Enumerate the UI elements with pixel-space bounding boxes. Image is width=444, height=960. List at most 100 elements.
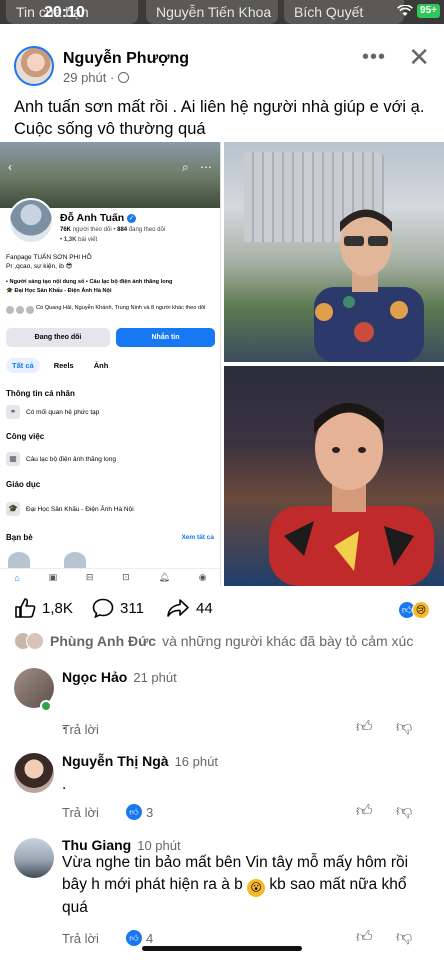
thumbs-up-outline-icon[interactable]: 👍︎	[356, 718, 373, 737]
share-action[interactable]: 44	[166, 598, 213, 618]
comment-time: 16 phút	[174, 754, 218, 769]
profile-name-text: Đỗ Anh Tuấn	[60, 212, 125, 224]
reply-link[interactable]: Trả lời	[62, 722, 99, 737]
bell-icon: 🔔︎	[158, 572, 170, 582]
person-figure	[314, 209, 424, 362]
reactors-line[interactable]: Phùng Anh Đức và những người khác đã bày…	[14, 632, 413, 650]
relationship-text: Có mối quan hệ phức tạp	[26, 408, 100, 416]
comment-like-number: 4	[146, 930, 154, 946]
comment-action[interactable]: 311	[92, 598, 144, 618]
profile-stats: 76K người theo dõi • 884 đang theo dõi	[60, 227, 165, 233]
mutual-avatar	[16, 306, 24, 314]
commenter-avatar[interactable]	[14, 753, 54, 793]
photo-man-night[interactable]	[224, 366, 444, 586]
home-icon: ⌂	[14, 572, 20, 583]
comment-author[interactable]: Ngọc Hảo 21 phút	[62, 669, 177, 685]
like-action[interactable]: 1,8K	[14, 598, 73, 618]
reactor-avatar	[26, 632, 44, 650]
mutual-followers: Có Quang Hải, Nguyễn Khánh, Trung Ninh v…	[6, 304, 218, 314]
comment-author[interactable]: Thu Giang 10 phút	[62, 837, 181, 853]
education-row: 🎓 Đại Học Sân Khấu - Điện Ảnh Hà Nội	[6, 502, 134, 516]
post-text: Anh tuấn sơn mất rồi . Ai liên hệ người …	[14, 98, 425, 138]
profile-avatar	[8, 198, 54, 244]
reply-link[interactable]: Trả lời	[62, 805, 99, 820]
post-meta: 29 phút ·	[63, 70, 130, 85]
posts-count: 1,3K	[63, 237, 77, 243]
section-work: Công việc	[6, 432, 45, 441]
video-icon: ▣	[48, 572, 58, 582]
back-chevron-icon: ‹	[8, 160, 12, 174]
like-badge-icon: 👍︎	[126, 804, 142, 820]
share-arrow-icon	[167, 599, 189, 617]
posts-label: bài viết	[78, 237, 98, 243]
thumbs-up-outline-icon[interactable]: 👍︎	[356, 928, 373, 947]
home-indicator[interactable]	[142, 946, 302, 951]
search-icon: ⌕	[182, 160, 189, 174]
comment-author[interactable]: Nguyễn Thị Ngà 16 phút	[62, 753, 218, 769]
mutual-avatar	[26, 306, 34, 314]
message-button-label: Nhắn tin	[151, 334, 180, 341]
thumbs-down-outline-icon[interactable]: 👎︎	[396, 802, 412, 821]
relationship-icon: ⚭	[6, 405, 20, 419]
message-button: Nhắn tin	[116, 328, 215, 347]
thumbs-up-icon	[15, 598, 36, 618]
see-all-link: Xem tất cả	[181, 534, 214, 541]
sad-reaction-icon: 😢︎	[412, 601, 430, 619]
profile-name: Đỗ Anh Tuấn ✓	[60, 212, 137, 224]
graduation-cap-icon: 🎓	[6, 502, 20, 516]
gaming-icon: ⊡	[122, 572, 130, 582]
followers-count: 76K	[60, 227, 72, 233]
profile-bio: Fanpage TUẤN SƠN PHI HỒ Pr ,qcao, sự kiệ…	[6, 253, 216, 271]
profile-posts-stat: • 1,3K bài viết	[60, 237, 98, 243]
share-count: 44	[196, 599, 213, 617]
story-chip-2[interactable]: Bích Quyết	[284, 0, 404, 24]
author-avatar[interactable]	[14, 46, 54, 86]
section-friends: Bạn bè	[6, 533, 33, 542]
post-actions: 1,8K 311 44 👍︎ 😢︎	[0, 598, 444, 624]
reply-link[interactable]: Trả lời	[62, 931, 99, 946]
wifi-icon	[397, 5, 413, 16]
more-dots-icon[interactable]: •••	[362, 47, 386, 67]
comment-time: 21 phút	[133, 670, 177, 685]
bio-line-2: Pr ,qcao, sự kiện, ib 😎	[6, 263, 73, 270]
thumbs-up-outline-icon[interactable]: 👍︎	[356, 802, 373, 821]
verified-badge-icon: ✓	[127, 213, 137, 223]
profile-tabs: Tất cả Reels Ảnh	[6, 358, 114, 373]
education-text: Đại Học Sân Khấu - Điện Ảnh Hà Nội	[26, 505, 134, 513]
following-button: Đang theo dõi	[6, 328, 110, 347]
facebook-post-view: Tin của bạn Nguyễn Tiến Khoa Bích Quyết …	[0, 0, 444, 960]
comment-text: Vừa nghe tin bảo mất bên Vin tây mỗ mấy …	[62, 852, 422, 919]
more-icon: ⋯	[200, 160, 212, 174]
commenter-avatar[interactable]	[14, 838, 54, 878]
work-icon: ▦	[6, 452, 20, 466]
close-icon[interactable]: ✕	[408, 44, 430, 70]
comment-text: .	[62, 776, 67, 793]
work-row: ▦ Câu lạc bộ điện ảnh thăng long	[6, 452, 116, 466]
thumbs-down-outline-icon[interactable]: 👎︎	[396, 718, 412, 737]
post-media: ‹ ⌕ ⋯ Đỗ Anh Tuấn ✓ 76K người theo dõi •…	[0, 142, 444, 586]
reaction-summary[interactable]: 👍︎ 😢︎	[398, 601, 430, 619]
stories-strip: Tin của bạn Nguyễn Tiến Khoa Bích Quyết …	[0, 0, 444, 24]
work-text: Câu lạc bộ điện ảnh thăng long	[26, 455, 116, 463]
tag-creator: Người sáng tạo nội dung số	[9, 279, 85, 285]
globe-icon	[118, 72, 130, 83]
tag-school: Đại Học Sân Khấu - Điện Ảnh Hà Nội	[14, 288, 112, 294]
photo-man-hotel[interactable]	[224, 142, 444, 362]
comment-like-count[interactable]: 👍︎ 3	[126, 804, 153, 820]
post-author[interactable]: Nguyễn Phượng	[63, 50, 189, 68]
reactor-suffix: và những người khác đã bày tỏ cảm xúc	[162, 633, 414, 649]
like-badge-icon: 👍︎	[126, 930, 142, 946]
comment-like-count[interactable]: 👍︎ 4	[126, 930, 153, 946]
story-chip-1[interactable]: Nguyễn Tiến Khoa	[146, 0, 278, 24]
comment-author-name: Ngọc Hảo	[62, 669, 128, 685]
profile-screenshot-image[interactable]: ‹ ⌕ ⋯ Đỗ Anh Tuấn ✓ 76K người theo dõi •…	[0, 142, 221, 586]
comment-author-name: Nguyễn Thị Ngà	[62, 753, 169, 769]
person-figure	[269, 403, 434, 586]
status-time: 20:10	[44, 4, 85, 21]
thumbs-down-outline-icon[interactable]: 👎︎	[396, 928, 412, 947]
tag-club: Câu lạc bộ điện ảnh thăng long	[89, 279, 173, 285]
tab-reels: Reels	[53, 361, 74, 370]
post-time: 29 phút ·	[63, 70, 115, 85]
comment-like-number: 3	[146, 804, 154, 820]
like-count: 1,8K	[42, 599, 73, 617]
